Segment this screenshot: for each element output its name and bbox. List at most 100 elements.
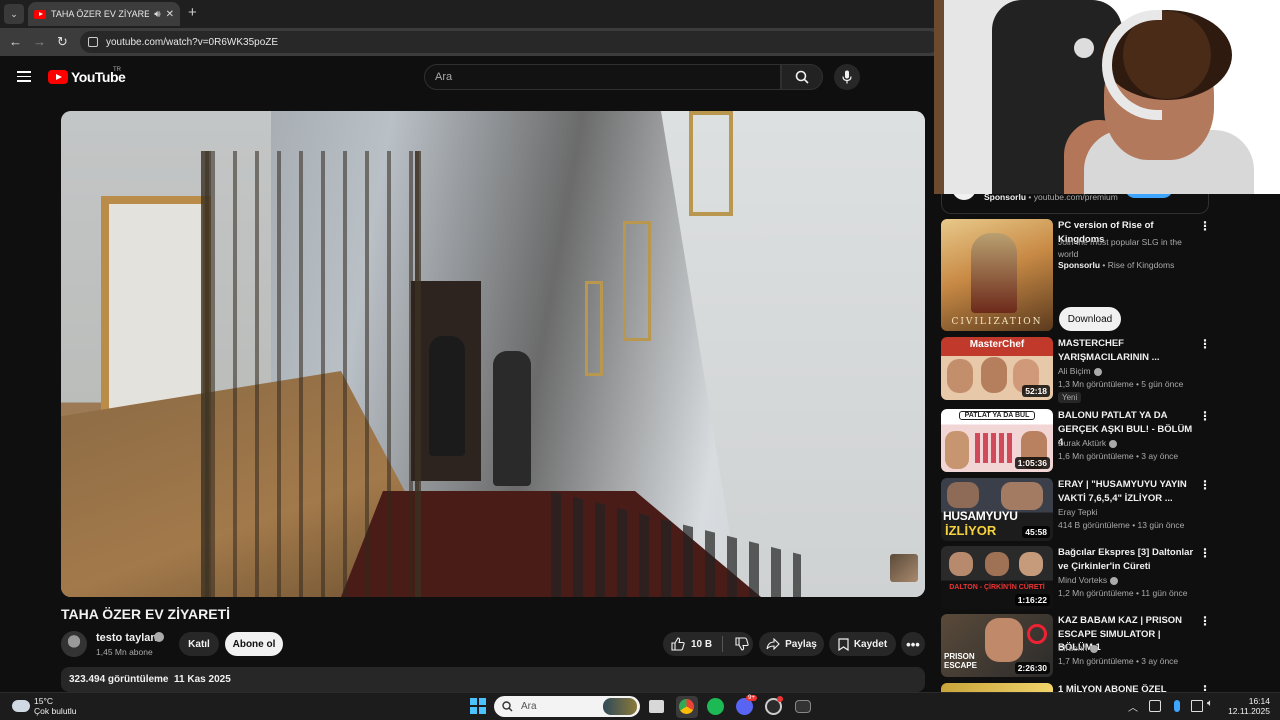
microphone-icon[interactable] — [1174, 700, 1180, 712]
video-title[interactable]: ERAY | "HUSAMYUYU YAYIN VAKTİ 7,6,5,4" İ… — [1058, 478, 1198, 505]
clock-date[interactable]: 12.11.2025 — [1226, 706, 1270, 716]
speaker-icon[interactable]: 🔊︎ — [154, 9, 160, 20]
video-thumbnail[interactable]: HUSAMYUYU İZLİYOR 45:58 — [941, 478, 1053, 541]
taskbar-search-field[interactable]: Ara — [494, 696, 640, 717]
ad-sponsor-line: Sponsorlu • Rise of Kingdoms — [1058, 260, 1175, 270]
cloud-icon[interactable] — [12, 700, 30, 712]
weather-temperature[interactable]: 15°C — [34, 696, 53, 706]
channel-avatar[interactable] — [61, 631, 87, 657]
channel-watermark[interactable] — [890, 554, 918, 582]
channel-name[interactable]: Ali Biçim — [1058, 366, 1091, 376]
scene-frame — [623, 221, 651, 341]
verified-check-icon — [154, 632, 164, 642]
channel-name[interactable]: Eray Tepki — [1058, 507, 1098, 517]
thumb-text: DALTON - ÇİRKİN'İN CÜRETİ — [949, 584, 1045, 591]
more-vertical-icon[interactable]: ⋮ — [1199, 479, 1211, 491]
ad-advertiser: Rise of Kingdoms — [1107, 260, 1175, 270]
video-thumbnail[interactable]: PATLAT YA DA BUL 1:05:36 — [941, 409, 1053, 472]
related-video-item[interactable]: PRISON ESCAPE 2:26:30 KAZ BABAM KAZ | PR… — [941, 614, 1273, 677]
task-view-icon[interactable] — [649, 700, 664, 713]
video-player[interactable] — [61, 111, 925, 597]
description-box[interactable]: 323.494 görüntüleme 11 Kas 2025 — [61, 667, 925, 692]
forward-arrow-icon[interactable]: → — [33, 34, 46, 49]
scene-frame — [585, 281, 603, 376]
thumb-text: MasterChef — [969, 339, 1025, 350]
related-video-item[interactable]: 1 MİLYON ABONE ÖZEL ⋮ — [941, 683, 1273, 692]
channel-name[interactable]: Burak Aktürk — [1058, 438, 1106, 448]
video-thumbnail[interactable]: MasterChef 52:18 — [941, 337, 1053, 400]
more-vertical-icon[interactable]: ⋮ — [1199, 338, 1211, 350]
spotify-icon[interactable] — [707, 698, 724, 715]
site-info-icon[interactable] — [88, 37, 98, 47]
video-duration: 2:26:30 — [1014, 662, 1050, 674]
url-field[interactable]: youtube.com/watch?v=0R6WK35poZE — [80, 31, 940, 53]
ad-thumbnail[interactable]: CIVILIZATION — [941, 219, 1053, 331]
voice-search-button[interactable] — [834, 64, 860, 90]
chevron-down-icon: ⌄ — [10, 8, 18, 19]
thumb-face — [945, 431, 969, 469]
volume-icon[interactable]: 🔈︎ — [1207, 698, 1219, 710]
tray-app-icon[interactable] — [1149, 700, 1161, 712]
video-title[interactable]: MASTERCHEF YARIŞMACILARININ ... — [1058, 337, 1198, 364]
weather-description[interactable]: Çok bulutlu — [34, 706, 77, 716]
thumbs-down-icon[interactable] — [735, 637, 749, 651]
country-code: TR — [113, 67, 121, 73]
share-button[interactable]: Paylaş — [759, 632, 824, 656]
new-tab-plus-icon[interactable]: + — [188, 4, 197, 21]
video-thumbnail[interactable] — [941, 683, 1053, 692]
chair-logo — [1074, 38, 1094, 58]
clock-time[interactable]: 16:14 — [1246, 696, 1270, 706]
video-title[interactable]: Bağcılar Ekspres [3] Daltonlar ve Çirkin… — [1058, 546, 1198, 573]
tab-close-icon[interactable]: ✕ — [166, 9, 174, 20]
scene-frame — [689, 111, 733, 216]
chrome-icon[interactable] — [679, 699, 694, 714]
video-thumbnail[interactable]: PRISON ESCAPE 2:26:30 — [941, 614, 1053, 677]
video-title[interactable]: 1 MİLYON ABONE ÖZEL — [1058, 683, 1198, 692]
terminal-icon[interactable] — [795, 700, 811, 713]
tray-chevron-up-icon[interactable]: ︿ — [1128, 699, 1138, 714]
subscribe-button[interactable]: Abone ol — [225, 632, 283, 656]
like-count[interactable]: 10 B — [691, 639, 712, 650]
tab-title: TAHA ÖZER EV ZİYARETİ - YouTube — [51, 9, 150, 19]
more-vertical-icon[interactable]: ⋮ — [1199, 220, 1211, 232]
network-icon[interactable] — [1191, 700, 1203, 712]
related-video-item[interactable]: HUSAMYUYU İZLİYOR 45:58 ERAY | "HUSAMYUY… — [941, 478, 1273, 541]
more-vertical-icon[interactable]: ⋮ — [1199, 615, 1211, 627]
thumbs-up-icon[interactable] — [671, 637, 685, 651]
related-video-item[interactable]: PATLAT YA DA BUL 1:05:36 BALONU PATLAT Y… — [941, 409, 1273, 472]
reload-icon[interactable]: ↻ — [57, 34, 68, 50]
channel-line: Ali Biçim — [1058, 366, 1102, 376]
channel-name[interactable]: Mind Vorteks — [1058, 575, 1107, 585]
search-input[interactable]: Ara — [424, 64, 781, 90]
more-vertical-icon[interactable]: ⋮ — [1199, 410, 1211, 422]
save-button[interactable]: Kaydet — [829, 632, 896, 656]
more-vertical-icon[interactable]: ⋮ — [1199, 547, 1211, 559]
windows-start-icon[interactable] — [470, 698, 486, 714]
share-arrow-icon — [766, 638, 780, 650]
back-arrow-icon[interactable]: ← — [9, 34, 22, 49]
video-meta: 1,2 Mn görüntüleme • 11 gün önce — [1058, 588, 1188, 598]
video-thumbnail[interactable]: DALTON - ÇİRKİN'İN CÜRETİ 1:16:22 — [941, 546, 1053, 609]
thumb-face — [985, 618, 1023, 662]
channel-name[interactable]: Elraenn — [1058, 643, 1087, 653]
browser-tab-active[interactable]: TAHA ÖZER EV ZİYARETİ - YouTube 🔊︎ ✕ — [28, 2, 180, 26]
thumb-face — [981, 357, 1007, 393]
ad-download-button[interactable]: Download — [1059, 307, 1121, 331]
sponsored-ad-card[interactable]: CIVILIZATION PC version of Rise of Kingd… — [941, 219, 1273, 331]
related-video-item[interactable]: MasterChef 52:18 MASTERCHEF YARIŞMACILAR… — [941, 337, 1273, 403]
thumb-face — [949, 552, 973, 576]
search-button[interactable] — [781, 64, 823, 90]
scene-railing — [201, 151, 421, 597]
verified-check-icon — [1109, 439, 1118, 448]
channel-name[interactable]: testo taylan — [96, 632, 157, 644]
related-video-item[interactable]: DALTON - ÇİRKİN'İN CÜRETİ 1:16:22 Bağcıl… — [941, 546, 1273, 609]
join-button[interactable]: Katıl — [179, 632, 219, 656]
ad-thumb-text: CIVILIZATION — [951, 317, 1043, 327]
hamburger-menu-icon[interactable] — [17, 71, 31, 82]
more-actions-button[interactable]: ••• — [901, 632, 925, 656]
thumb-arrow-circle — [1027, 624, 1047, 644]
more-vertical-icon[interactable]: ⋮ — [1199, 684, 1211, 692]
search-icon — [795, 70, 809, 84]
ad-figure — [971, 233, 1017, 313]
tab-search-button[interactable]: ⌄ — [4, 4, 24, 24]
